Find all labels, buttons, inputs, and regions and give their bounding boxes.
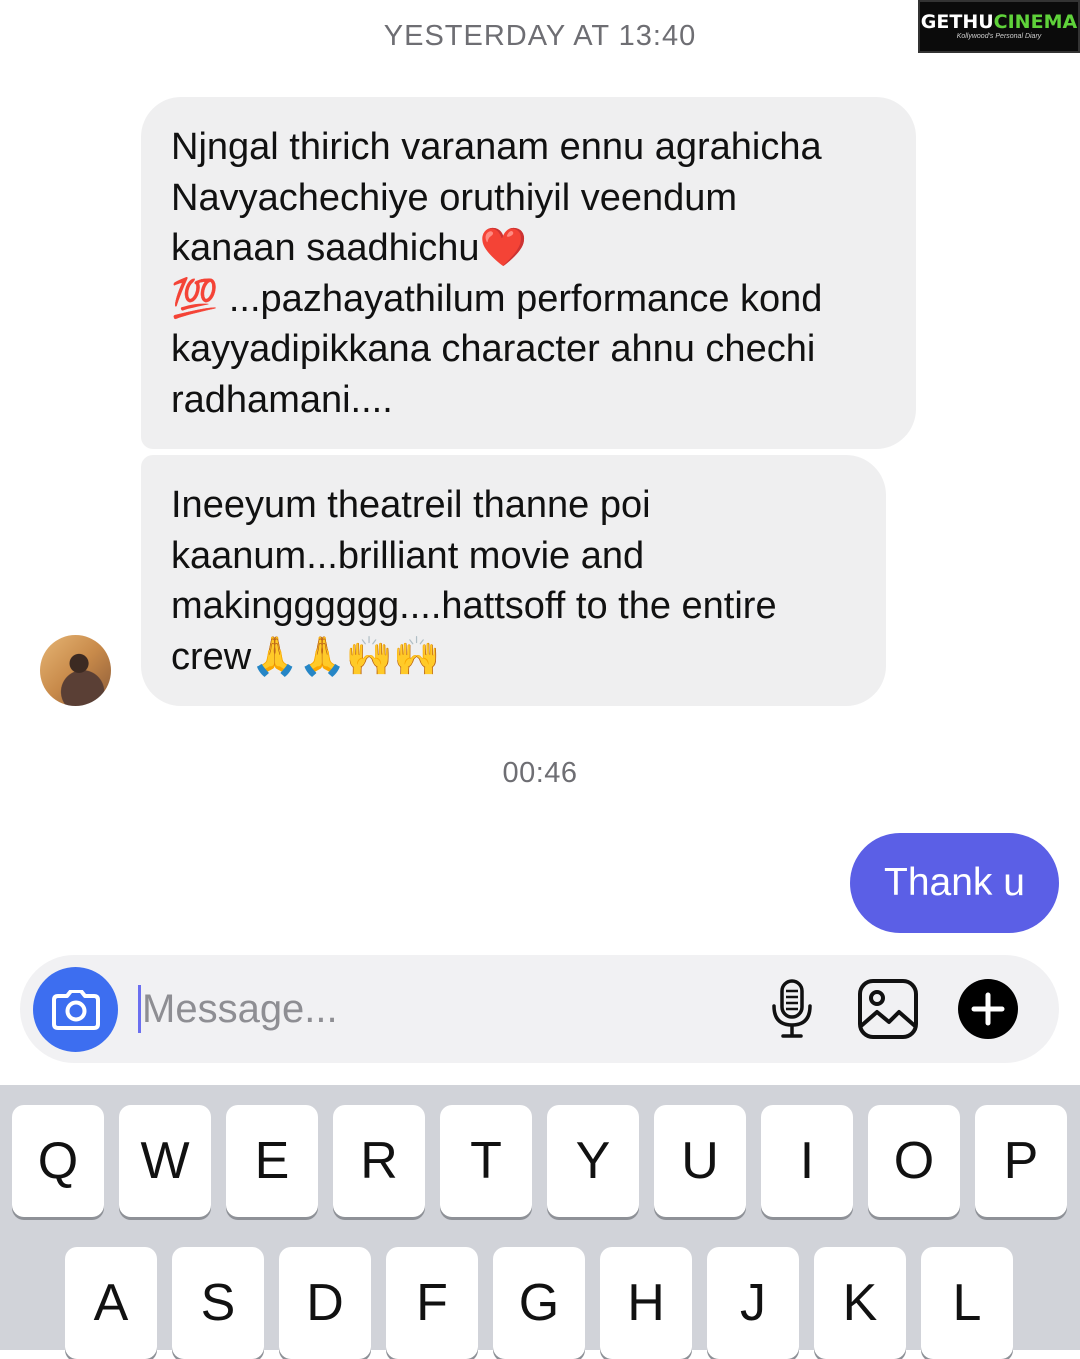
message-line: 💯 ...pazhayathilum performance kond — [171, 277, 823, 320]
text-caret — [138, 985, 141, 1033]
message-line: kanaan saadhichu❤️ — [171, 227, 527, 269]
camera-icon — [51, 989, 100, 1030]
key-g[interactable]: G — [493, 1247, 585, 1359]
key-t[interactable]: T — [440, 1105, 532, 1217]
camera-button[interactable] — [33, 967, 118, 1052]
key-r[interactable]: R — [333, 1105, 425, 1217]
key-q[interactable]: Q — [12, 1105, 104, 1217]
key-j[interactable]: J — [707, 1247, 799, 1359]
key-u[interactable]: U — [654, 1105, 746, 1217]
key-i[interactable]: I — [761, 1105, 853, 1217]
key-f[interactable]: F — [386, 1247, 478, 1359]
key-a[interactable]: A — [65, 1247, 157, 1359]
message-line: crew🙏🙏🙌🙌 — [171, 635, 441, 678]
message-line: makingggggg....hattsoff to the entire — [171, 585, 777, 627]
message-line: Ineeyum theatreil thanne poi — [171, 484, 651, 526]
message-composer — [20, 955, 1059, 1063]
microphone-icon — [772, 979, 812, 1038]
timestamp: YESTERDAY AT 13:40 — [383, 20, 697, 52]
sent-message-bubble[interactable]: Thank u — [850, 833, 1059, 933]
key-l[interactable]: L — [921, 1247, 1013, 1359]
key-e[interactable]: E — [226, 1105, 318, 1217]
key-k[interactable]: K — [814, 1247, 906, 1359]
timestamp: 00:46 — [502, 757, 578, 789]
sent-message-text: Thank u — [884, 861, 1025, 904]
key-w[interactable]: W — [119, 1105, 211, 1217]
key-h[interactable]: H — [600, 1247, 692, 1359]
keyboard: Q W E R T Y U I O P A S D F G H J K L — [0, 1085, 1080, 1359]
photo-icon — [858, 979, 918, 1039]
sender-avatar[interactable] — [40, 635, 111, 706]
message-line: Njngal thirich varanam ennu agrahicha — [171, 126, 822, 168]
key-d[interactable]: D — [279, 1247, 371, 1359]
gallery-button[interactable] — [856, 977, 920, 1041]
more-options-button[interactable] — [956, 977, 1020, 1041]
message-line: Navyachechiye oruthiyil veendum — [171, 176, 738, 219]
received-message-bubble[interactable]: Ineeyum theatreil thanne poi kaanum...br… — [141, 455, 886, 706]
message-line: kayyadipikkana character ahnu chechi — [171, 328, 816, 370]
message-input[interactable] — [142, 977, 702, 1041]
voice-message-button[interactable] — [760, 977, 824, 1041]
key-s[interactable]: S — [172, 1247, 264, 1359]
key-o[interactable]: O — [868, 1105, 960, 1217]
key-y[interactable]: Y — [547, 1105, 639, 1217]
received-message-bubble[interactable]: Njngal thirich varanam ennu agrahicha Na… — [141, 97, 916, 449]
message-line: radhamani.... — [171, 378, 393, 421]
message-line: kaanum...brilliant movie and — [171, 534, 645, 577]
key-p[interactable]: P — [975, 1105, 1067, 1217]
plus-icon — [958, 979, 1018, 1039]
